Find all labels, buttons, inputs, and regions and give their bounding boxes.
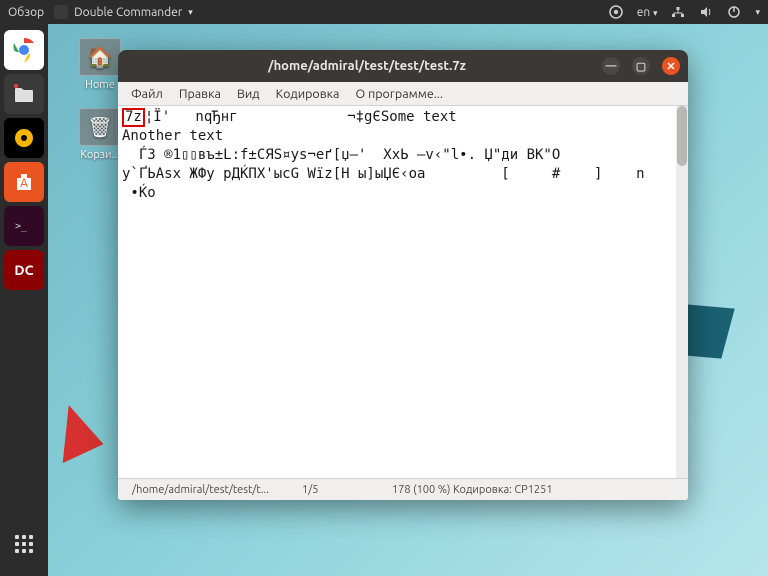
window-titlebar[interactable]: /home/admiral/test/test/test.7z — ▢ ✕ — [118, 50, 688, 82]
trash-icon: 🗑 — [79, 108, 121, 146]
menu-bar: Файл Правка Вид Кодировка О программе... — [118, 82, 688, 106]
input-language-indicator[interactable]: en ▾ — [637, 6, 658, 19]
chrome-indicator-icon[interactable] — [609, 5, 623, 19]
home-folder-icon: 🏠 — [79, 38, 121, 76]
window-title: /home/admiral/test/test/test.7z — [132, 59, 602, 73]
launcher-chrome[interactable] — [4, 30, 44, 70]
close-button[interactable]: ✕ — [662, 57, 680, 75]
magic-highlight: 7z — [122, 108, 145, 127]
svg-text:A: A — [20, 177, 28, 190]
chevron-down-icon: ▾ — [188, 7, 193, 18]
launcher-double-commander[interactable]: DC — [4, 250, 44, 290]
menu-edit[interactable]: Правка — [172, 85, 228, 103]
network-icon[interactable] — [671, 5, 685, 19]
app-menu[interactable]: Double Commander ▾ — [54, 5, 193, 19]
volume-icon[interactable] — [699, 5, 713, 19]
svg-text:>_: >_ — [15, 221, 28, 232]
launcher-terminal[interactable]: >_ — [4, 206, 44, 246]
status-path: /home/admiral/test/test/t... — [124, 484, 294, 496]
chevron-down-icon: ▾ — [653, 8, 658, 18]
menu-file[interactable]: Файл — [124, 85, 170, 103]
app-name-label: Double Commander — [74, 6, 182, 19]
text-content: 7z¦Ï' nqЂнг ¬‡gЄSome text Another text Ѓ… — [118, 106, 676, 478]
status-encoding: 178 (100 %) Кодировка: CP1251 — [384, 484, 584, 496]
menu-view[interactable]: Вид — [230, 85, 267, 103]
launcher-dock: A >_ DC — [0, 24, 48, 576]
launcher-files[interactable] — [4, 74, 44, 114]
show-applications-button[interactable] — [4, 524, 44, 564]
viewer-window: /home/admiral/test/test/test.7z — ▢ ✕ Фа… — [118, 50, 688, 500]
maximize-button[interactable]: ▢ — [632, 57, 650, 75]
text-viewer-area[interactable]: 7z¦Ï' nqЂнг ¬‡gЄSome text Another text Ѓ… — [118, 106, 688, 478]
activities-button[interactable]: Обзор — [8, 6, 44, 19]
vertical-scrollbar[interactable] — [676, 106, 688, 478]
menu-about[interactable]: О программе... — [349, 85, 450, 103]
double-commander-icon — [54, 5, 68, 19]
status-bar: /home/admiral/test/test/t... 1/5 178 (10… — [118, 478, 688, 500]
launcher-software[interactable]: A — [4, 162, 44, 202]
status-position: 1/5 — [294, 484, 384, 496]
menu-encoding[interactable]: Кодировка — [269, 85, 347, 103]
chevron-down-icon: ▾ — [755, 7, 760, 18]
top-panel: Обзор Double Commander ▾ en ▾ ▾ — [0, 0, 768, 24]
scrollbar-thumb[interactable] — [677, 106, 687, 166]
launcher-rhythmbox[interactable] — [4, 118, 44, 158]
power-icon[interactable] — [727, 5, 741, 19]
minimize-button[interactable]: — — [602, 57, 620, 75]
